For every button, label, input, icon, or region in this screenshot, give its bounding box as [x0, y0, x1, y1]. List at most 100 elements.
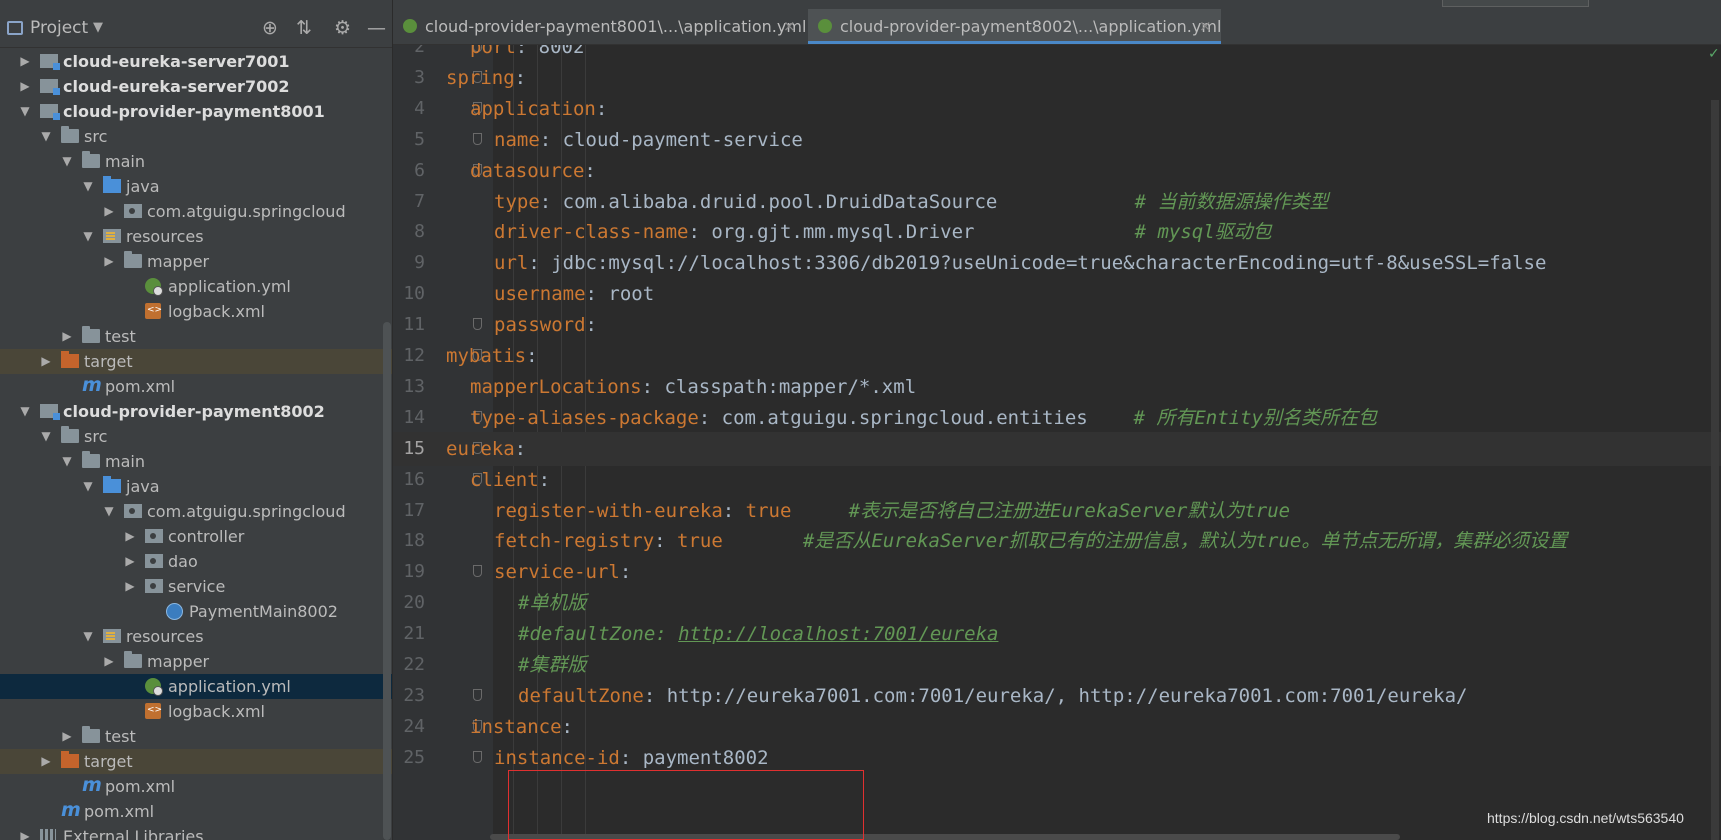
code-line[interactable]: 18 fetch-registry: true #是否从EurekaServer抓…	[393, 524, 1721, 558]
fold-marker-icon[interactable]	[473, 565, 482, 578]
project-panel-title[interactable]: Project	[30, 18, 88, 38]
code-line[interactable]: 6 datasource:	[393, 154, 1721, 188]
tree-item[interactable]: ▶ dao	[0, 549, 392, 574]
chevron-down-icon[interactable]: ▼	[60, 149, 74, 174]
tree-item[interactable]: application.yml	[0, 674, 392, 699]
tree-item[interactable]: logback.xml	[0, 698, 392, 724]
tree-item[interactable]: ▼ src	[0, 424, 392, 449]
chevron-right-icon[interactable]: ▶	[39, 349, 53, 374]
code-line[interactable]: 17 register-with-eureka: true #表示是否将自己注册进…	[393, 494, 1721, 528]
chevron-right-icon[interactable]: ▶	[18, 824, 32, 840]
tree-item[interactable]: ▶ mapper	[0, 249, 392, 274]
tree-item[interactable]: ▶ mapper	[0, 649, 392, 674]
tree-item-label: cloud-provider-payment8001	[63, 102, 325, 121]
fold-marker-icon[interactable]	[473, 750, 482, 763]
code-line[interactable]: 13 mapperLocations: classpath:mapper/*.xm…	[393, 370, 1721, 404]
code-line[interactable]: 3 spring:	[393, 61, 1721, 95]
tree-item[interactable]: ▼ main	[0, 149, 392, 174]
code-line[interactable]: 4 application:	[393, 92, 1721, 126]
search-box[interactable]	[1442, 0, 1589, 7]
tree-item[interactable]: ▶ cloud-eureka-server7001	[0, 49, 392, 74]
chevron-right-icon[interactable]: ▶	[102, 199, 116, 224]
code-line[interactable]: 19 service-url:	[393, 555, 1721, 589]
code-line[interactable]: 10 username: root	[393, 277, 1721, 311]
tree-item[interactable]: ▶ test	[0, 724, 392, 749]
tree-item[interactable]: ▶ controller	[0, 524, 392, 549]
tree-item[interactable]: ▼ com.atguigu.springcloud	[0, 499, 392, 524]
tree-item[interactable]: ▶ External Libraries	[0, 824, 392, 840]
gear-icon[interactable]: ⚙	[334, 17, 351, 39]
close-icon[interactable]: ×	[783, 9, 796, 44]
chevron-down-icon[interactable]: ▼	[102, 499, 116, 524]
project-tree-scrollbar[interactable]	[383, 322, 391, 840]
tree-item[interactable]: ▶ com.atguigu.springcloud	[0, 199, 392, 224]
tree-item[interactable]: PaymentMain8002	[0, 599, 392, 624]
tree-item[interactable]: logback.xml	[0, 298, 392, 324]
code-line[interactable]: 23 defaultZone: http://eureka7001.com:700…	[393, 679, 1721, 713]
fold-marker-icon[interactable]	[473, 318, 482, 331]
chevron-down-icon[interactable]: ▼	[93, 20, 103, 35]
tree-item[interactable]: ▼ resources	[0, 624, 392, 649]
chevron-down-icon[interactable]: ▼	[39, 124, 53, 149]
tree-item[interactable]: ▼ src	[0, 124, 392, 149]
code-line[interactable]: 8 driver-class-name: org.gjt.mm.mysql.Dri…	[393, 215, 1721, 249]
chevron-right-icon[interactable]: ▶	[102, 249, 116, 274]
chevron-down-icon[interactable]: ▼	[18, 99, 32, 124]
code-line[interactable]: 9 url: jdbc:mysql://localhost:3306/db2019…	[393, 246, 1721, 280]
tree-item[interactable]: application.yml	[0, 274, 392, 299]
code-line[interactable]: 16 client:	[393, 463, 1721, 497]
chevron-right-icon[interactable]: ▶	[18, 74, 32, 99]
editor-tab[interactable]: cloud-provider-payment8001\...\applicati…	[393, 9, 806, 44]
tree-item[interactable]: ▶ test	[0, 324, 392, 349]
tree-item-label: main	[105, 152, 145, 171]
fold-marker-icon[interactable]	[473, 132, 482, 145]
chevron-right-icon[interactable]: ▶	[123, 574, 137, 599]
tree-item[interactable]: m pom.xml	[0, 799, 392, 824]
code-line[interactable]: 11 password:	[393, 308, 1721, 342]
code-line[interactable]: 15 eureka:	[393, 431, 1721, 466]
code-line[interactable]: 24 instance:	[393, 710, 1721, 744]
tree-item[interactable]: ▼ cloud-provider-payment8002	[0, 399, 392, 424]
code-line[interactable]: 7 type: com.alibaba.druid.pool.DruidDataS…	[393, 185, 1721, 219]
target-icon[interactable]: ⊕	[262, 17, 278, 39]
url-link[interactable]: http://localhost:7001/eureka	[678, 623, 998, 645]
code-line[interactable]: 5 name: cloud-payment-service	[393, 123, 1721, 157]
chevron-down-icon[interactable]: ▼	[81, 224, 95, 249]
chevron-down-icon[interactable]: ▼	[81, 174, 95, 199]
fold-marker-icon[interactable]	[473, 688, 482, 701]
tree-item[interactable]: ▼ main	[0, 449, 392, 474]
chevron-right-icon[interactable]: ▶	[123, 549, 137, 574]
chevron-right-icon[interactable]: ▶	[60, 724, 74, 749]
code-line[interactable]: 21 #defaultZone: http://localhost:7001/eu…	[393, 617, 1721, 651]
tree-item[interactable]: m pom.xml	[0, 774, 392, 799]
code-line[interactable]: 14 type-aliases-package: com.atguigu.spri…	[393, 401, 1721, 435]
tree-item[interactable]: m pom.xml	[0, 374, 392, 399]
chevron-down-icon[interactable]: ▼	[39, 424, 53, 449]
chevron-right-icon[interactable]: ▶	[123, 524, 137, 549]
chevron-right-icon[interactable]: ▶	[102, 649, 116, 674]
tree-item[interactable]: ▶ service	[0, 574, 392, 599]
minimize-icon[interactable]: —	[367, 17, 386, 39]
code-editor[interactable]: 2 port: 8002 3 spring: 4 application: 5 name: c…	[393, 45, 1721, 840]
tree-item[interactable]: ▼ resources	[0, 224, 392, 249]
chevron-down-icon[interactable]: ▼	[81, 474, 95, 499]
tree-item[interactable]: ▶ target	[0, 349, 392, 374]
code-line[interactable]: 12 mybatis:	[393, 339, 1721, 373]
collapse-icon[interactable]: ⇅	[296, 17, 312, 39]
code-line[interactable]: 22 #集群版	[393, 648, 1721, 682]
code-line[interactable]: 20 #单机版	[393, 586, 1721, 620]
chevron-down-icon[interactable]: ▼	[60, 449, 74, 474]
tree-item[interactable]: ▶ target	[0, 749, 392, 774]
tree-item[interactable]: ▼ java	[0, 474, 392, 499]
editor-tab[interactable]: cloud-provider-payment8002\...\applicati…	[808, 9, 1221, 44]
chevron-right-icon[interactable]: ▶	[60, 324, 74, 349]
editor-vertical-scrollbar[interactable]	[1711, 100, 1719, 840]
chevron-down-icon[interactable]: ▼	[81, 624, 95, 649]
tree-item[interactable]: ▼ java	[0, 174, 392, 199]
chevron-right-icon[interactable]: ▶	[39, 749, 53, 774]
tree-item[interactable]: ▼ cloud-provider-payment8001	[0, 99, 392, 124]
chevron-down-icon[interactable]: ▼	[18, 399, 32, 424]
chevron-right-icon[interactable]: ▶	[18, 49, 32, 74]
tree-item[interactable]: ▶ cloud-eureka-server7002	[0, 74, 392, 99]
close-icon[interactable]: ×	[1199, 9, 1212, 44]
